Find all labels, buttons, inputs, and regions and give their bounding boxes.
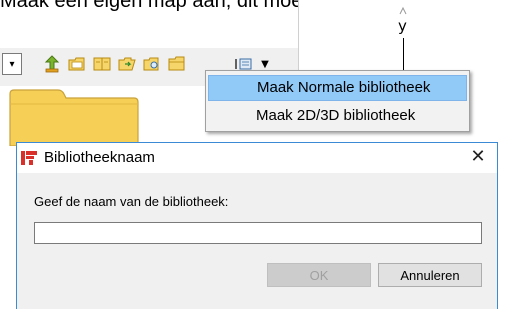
y-axis-label: y	[398, 17, 407, 35]
menu-item-normal-library[interactable]: Maak Normale bibliotheek	[208, 75, 467, 101]
library-name-dialog: Bibliotheeknaam ✕ Geef de naam van de bi…	[16, 142, 498, 309]
folder-search-icon[interactable]	[142, 54, 162, 74]
menu-item-2d3d-library[interactable]: Maak 2D/3D bibliotheek	[208, 103, 467, 129]
open-folder-icon[interactable]	[67, 54, 87, 74]
large-folder-icon[interactable]	[8, 86, 140, 146]
cancel-button[interactable]: Annuleren	[378, 263, 482, 287]
dialog-prompt: Geef de naam van de bibliotheek:	[34, 194, 229, 209]
upload-arrow-icon[interactable]	[42, 54, 62, 74]
library-name-input[interactable]	[34, 222, 482, 244]
ok-button[interactable]: OK	[267, 263, 371, 287]
app-logo-icon	[21, 151, 37, 165]
dialog-titlebar[interactable]: Bibliotheeknaam ✕	[17, 143, 497, 173]
combo-dropdown-button[interactable]: ▾	[2, 53, 22, 75]
library-context-menu: Maak Normale bibliotheek Maak 2D/3D bibl…	[205, 70, 470, 132]
close-icon[interactable]: ✕	[467, 146, 489, 167]
chevron-down-icon: ▾	[9, 58, 15, 70]
book-icon[interactable]	[92, 54, 112, 74]
folder-arrow-icon[interactable]	[117, 54, 137, 74]
dialog-title: Bibliotheeknaam	[44, 149, 155, 166]
folder-icon[interactable]	[167, 54, 187, 74]
